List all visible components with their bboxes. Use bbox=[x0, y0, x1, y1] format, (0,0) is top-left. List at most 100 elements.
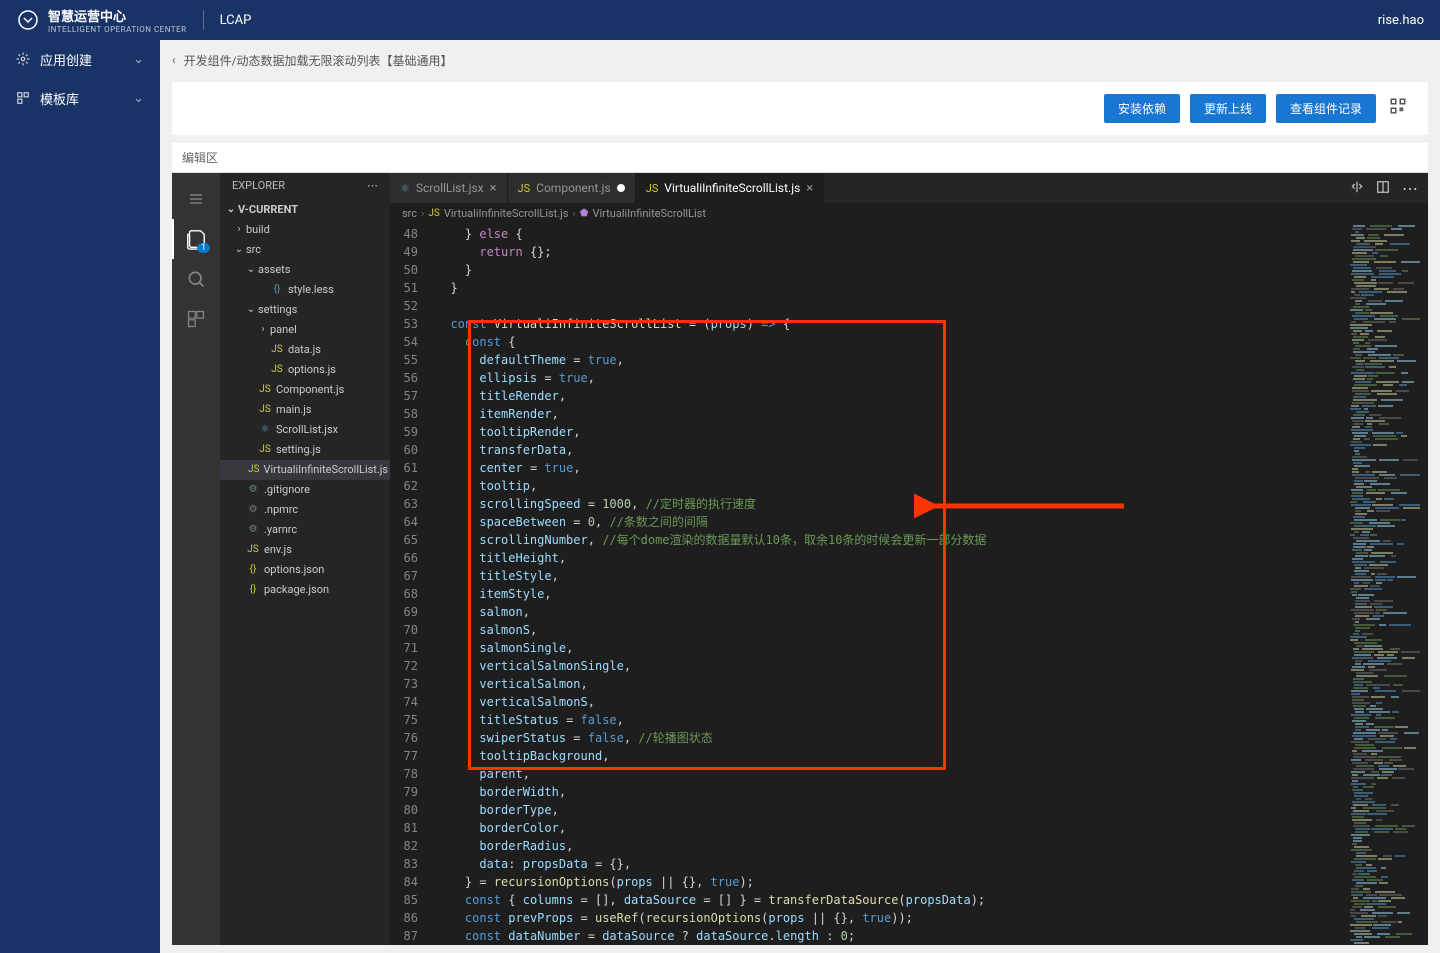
code-line[interactable]: parent, bbox=[432, 765, 1328, 783]
code-line[interactable]: } bbox=[432, 261, 1328, 279]
code-line[interactable]: } bbox=[432, 279, 1328, 297]
explorer-title: EXPLORER bbox=[232, 179, 285, 192]
editor-tab[interactable]: JS VirtualiInfiniteScrollList.js × bbox=[636, 173, 825, 203]
explorer-icon[interactable]: 1 bbox=[172, 219, 220, 259]
code-line[interactable]: titleRender, bbox=[432, 387, 1328, 405]
code-line[interactable]: titleHeight, bbox=[432, 549, 1328, 567]
tree-item-label: VirtualiInfiniteScrollList.js bbox=[263, 461, 388, 479]
tree-item[interactable]: JSenv.js bbox=[220, 540, 390, 560]
minimap[interactable] bbox=[1328, 225, 1428, 945]
code-line[interactable]: swiperStatus = false, //轮播图状态 bbox=[432, 729, 1328, 747]
compare-icon[interactable] bbox=[1350, 179, 1364, 198]
code-line[interactable]: const dataNumber = dataSource ? dataSour… bbox=[432, 927, 1328, 945]
code-line[interactable]: verticalSalmon, bbox=[432, 675, 1328, 693]
more-icon[interactable]: ⋯ bbox=[1402, 179, 1418, 198]
tree-item[interactable]: JSoptions.js bbox=[220, 360, 390, 380]
menu-icon[interactable] bbox=[172, 179, 220, 219]
code-line[interactable]: borderRadius, bbox=[432, 837, 1328, 855]
code-line[interactable] bbox=[432, 297, 1328, 315]
tree-item[interactable]: {}package.json bbox=[220, 580, 390, 600]
file-icon: JS bbox=[258, 443, 272, 457]
code-line[interactable]: salmon, bbox=[432, 603, 1328, 621]
code-line[interactable]: titleStatus = false, bbox=[432, 711, 1328, 729]
code-line[interactable]: scrollingSpeed = 1000, //定时器的执行速度 bbox=[432, 495, 1328, 513]
code-line[interactable]: verticalSalmonSingle, bbox=[432, 657, 1328, 675]
code-body[interactable]: 4849505152535455565758596061626364656667… bbox=[390, 225, 1428, 945]
code-line[interactable]: itemStyle, bbox=[432, 585, 1328, 603]
tree-item[interactable]: ›panel bbox=[220, 320, 390, 340]
file-type-icon: JS bbox=[518, 182, 531, 195]
search-icon[interactable] bbox=[172, 259, 220, 299]
code-line[interactable]: borderType, bbox=[432, 801, 1328, 819]
code-line[interactable]: borderColor, bbox=[432, 819, 1328, 837]
tree-item[interactable]: JSdata.js bbox=[220, 340, 390, 360]
code-line[interactable]: const prevProps = useRef(recursionOption… bbox=[432, 909, 1328, 927]
sidebar-item-app-create[interactable]: 应用创建 ⌄ bbox=[0, 40, 160, 79]
tree-item[interactable]: JSsetting.js bbox=[220, 440, 390, 460]
code-line[interactable]: tooltipBackground, bbox=[432, 747, 1328, 765]
update-publish-button[interactable]: 更新上线 bbox=[1190, 94, 1266, 123]
tree-root[interactable]: ⌄ V-CURRENT bbox=[220, 200, 390, 220]
code-breadcrumb[interactable]: src › JS VirtualiInfiniteScrollList.js ›… bbox=[390, 203, 1428, 225]
code-line[interactable]: tooltip, bbox=[432, 477, 1328, 495]
tree-item[interactable]: ⚙.gitignore bbox=[220, 480, 390, 500]
file-icon: JS bbox=[270, 343, 284, 357]
tree-item[interactable]: ⌄assets bbox=[220, 260, 390, 280]
tree-item[interactable]: ⌄settings bbox=[220, 300, 390, 320]
code-line[interactable]: const { columns = [], dataSource = [] } … bbox=[432, 891, 1328, 909]
code-line[interactable]: } = recursionOptions(props || {}, true); bbox=[432, 873, 1328, 891]
install-deps-button[interactable]: 安装依赖 bbox=[1104, 94, 1180, 123]
tree-item-label: ScrollList.jsx bbox=[276, 421, 338, 439]
more-icon[interactable]: ⋯ bbox=[367, 179, 378, 192]
tree-item[interactable]: ⚛ScrollList.jsx bbox=[220, 420, 390, 440]
action-bar: 安装依赖 更新上线 查看组件记录 bbox=[172, 82, 1428, 135]
code-line[interactable]: defaultTheme = true, bbox=[432, 351, 1328, 369]
tree-item-label: .yarnrc bbox=[264, 521, 297, 539]
close-icon[interactable]: × bbox=[490, 181, 497, 196]
code-line[interactable]: itemRender, bbox=[432, 405, 1328, 423]
tree-item[interactable]: ⚙.npmrc bbox=[220, 500, 390, 520]
code-line[interactable]: return {}; bbox=[432, 243, 1328, 261]
tree-item[interactable]: ⌄src bbox=[220, 240, 390, 260]
code-line[interactable]: } else { bbox=[432, 225, 1328, 243]
explorer-header: EXPLORER ⋯ bbox=[220, 173, 390, 198]
file-tree: ⌄ V-CURRENT ›build⌄src⌄assets{}style.les… bbox=[220, 198, 390, 602]
code-line[interactable]: tooltipRender, bbox=[432, 423, 1328, 441]
tree-item[interactable]: {}style.less bbox=[220, 280, 390, 300]
code-line[interactable]: transferData, bbox=[432, 441, 1328, 459]
tree-item[interactable]: JSComponent.js bbox=[220, 380, 390, 400]
code-line[interactable]: titleStyle, bbox=[432, 567, 1328, 585]
editor-tab[interactable]: ⚛ScrollList.jsx× bbox=[390, 173, 508, 203]
tree-item[interactable]: JSmain.js bbox=[220, 400, 390, 420]
code-line[interactable]: borderWidth, bbox=[432, 783, 1328, 801]
sidebar-item-template-lib[interactable]: 模板库 ⌄ bbox=[0, 79, 160, 118]
split-icon[interactable] bbox=[1376, 179, 1390, 198]
tree-item[interactable]: {}options.json bbox=[220, 560, 390, 580]
tree-item[interactable]: ⚙.yarnrc bbox=[220, 520, 390, 540]
code-line[interactable]: ellipsis = true, bbox=[432, 369, 1328, 387]
user-name[interactable]: rise.hao bbox=[1378, 13, 1424, 28]
editor-tab[interactable]: JSComponent.js bbox=[508, 173, 636, 203]
code-lines[interactable]: } else { return {}; } } const VirtualiIn… bbox=[432, 225, 1328, 945]
code-line[interactable]: salmonSingle, bbox=[432, 639, 1328, 657]
tree-item-label: assets bbox=[258, 261, 290, 279]
code-line[interactable]: spaceBetween = 0, //条数之间的间隔 bbox=[432, 513, 1328, 531]
code-line[interactable]: const VirtualiInfiniteScrollList = (prop… bbox=[432, 315, 1328, 333]
code-line[interactable]: center = true, bbox=[432, 459, 1328, 477]
code-line[interactable]: verticalSalmonS, bbox=[432, 693, 1328, 711]
tree-item[interactable]: JSVirtualiInfiniteScrollList.js bbox=[220, 460, 390, 480]
code-line[interactable]: scrollingNumber, //每个dome渲染的数据量默认10条，取余1… bbox=[432, 531, 1328, 549]
view-component-log-button[interactable]: 查看组件记录 bbox=[1276, 94, 1376, 123]
qr-icon[interactable] bbox=[1386, 94, 1410, 118]
tab-label: VirtualiInfiniteScrollList.js bbox=[664, 181, 800, 195]
code-line[interactable]: data: propsData = {}, bbox=[432, 855, 1328, 873]
close-icon[interactable]: × bbox=[806, 181, 813, 196]
chevron-right-icon: › bbox=[572, 207, 575, 220]
extensions-icon[interactable] bbox=[172, 299, 220, 339]
code-line[interactable]: salmonS, bbox=[432, 621, 1328, 639]
code-line[interactable]: const { bbox=[432, 333, 1328, 351]
breadcrumb-back[interactable]: ‹ bbox=[172, 53, 176, 67]
file-type-icon: JS bbox=[646, 182, 659, 195]
app-name[interactable]: LCAP bbox=[220, 13, 252, 28]
tree-item[interactable]: ›build bbox=[220, 220, 390, 240]
